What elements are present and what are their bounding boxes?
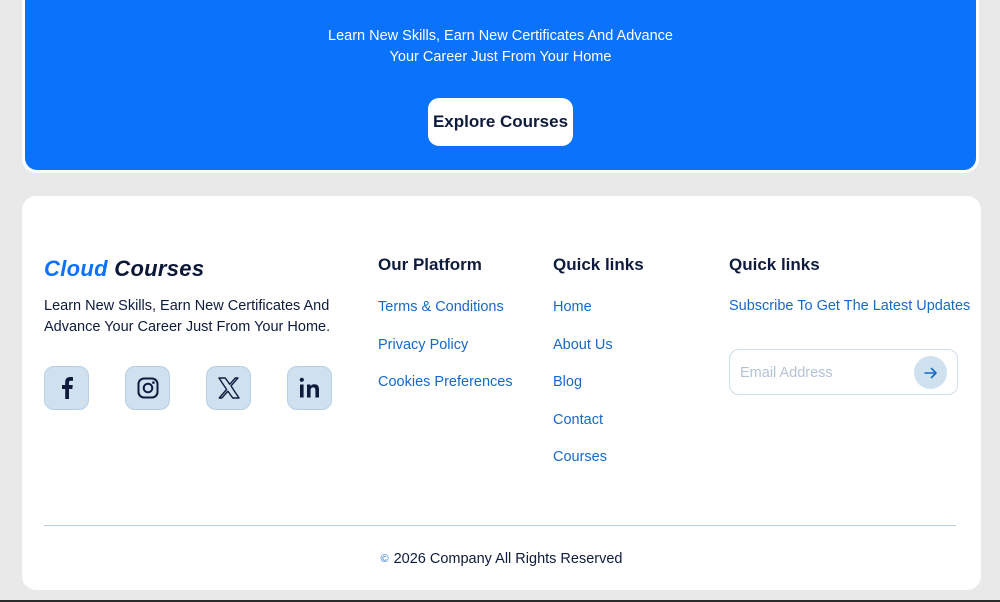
link-terms-conditions[interactable]: Terms & Conditions: [378, 298, 513, 336]
instagram-icon: [137, 377, 158, 399]
copyright: © 2026 Company All Rights Reserved: [22, 551, 981, 567]
footer-logo[interactable]: Cloud Courses: [44, 256, 204, 282]
social-links: [44, 366, 332, 410]
subscribe-submit-button[interactable]: [914, 356, 947, 389]
instagram-link[interactable]: [125, 366, 170, 410]
link-courses[interactable]: Courses: [553, 448, 644, 486]
email-input[interactable]: [740, 362, 900, 384]
footer-column-quick-links: Quick links Home About Us Blog Contact C…: [553, 255, 644, 486]
footer-column-platform: Our Platform Terms & Conditions Privacy …: [378, 255, 513, 411]
logo-part-courses: Courses: [114, 256, 205, 281]
site-footer: Cloud Courses Learn New Skills, Earn New…: [22, 196, 981, 590]
hero-section: Learn New Skills, Earn New Certificates …: [22, 0, 979, 173]
x-twitter-link[interactable]: [206, 366, 251, 410]
link-blog[interactable]: Blog: [553, 373, 644, 411]
link-home[interactable]: Home: [553, 298, 644, 336]
hero-subtitle: Learn New Skills, Earn New Certificates …: [25, 26, 976, 68]
x-twitter-icon: [217, 377, 240, 399]
hero-subtitle-line-1: Learn New Skills, Earn New Certificates …: [328, 28, 673, 44]
logo-part-cloud: Cloud: [44, 256, 108, 281]
hero-subtitle-line-2: Your Career Just From Your Home: [389, 49, 612, 65]
newsletter-form: [729, 349, 958, 395]
hero-banner: Learn New Skills, Earn New Certificates …: [25, 0, 976, 170]
platform-heading: Our Platform: [378, 255, 482, 274]
arrow-right-icon: [923, 367, 937, 378]
explore-courses-button[interactable]: Explore Courses: [428, 98, 573, 146]
copyright-text: 2026 Company All Rights Reserved: [393, 551, 623, 567]
subscribe-heading: Quick links: [729, 255, 820, 274]
link-cookies-preferences[interactable]: Cookies Preferences: [378, 373, 513, 411]
linkedin-icon: [299, 377, 319, 398]
footer-divider: [44, 525, 956, 526]
facebook-link[interactable]: [44, 366, 89, 410]
footer-column-subscribe: Quick links Subscribe To Get The Latest …: [729, 255, 970, 317]
facebook-icon: [61, 377, 73, 399]
link-contact[interactable]: Contact: [553, 411, 644, 449]
quick-links-heading: Quick links: [553, 255, 644, 274]
linkedin-link[interactable]: [287, 366, 332, 410]
link-privacy-policy[interactable]: Privacy Policy: [378, 336, 513, 374]
subscribe-text: Subscribe To Get The Latest Updates: [729, 298, 971, 314]
link-about-us[interactable]: About Us: [553, 336, 644, 374]
footer-about-text: Learn New Skills, Earn New Certificates …: [44, 298, 331, 335]
copyright-symbol: ©: [380, 553, 389, 565]
